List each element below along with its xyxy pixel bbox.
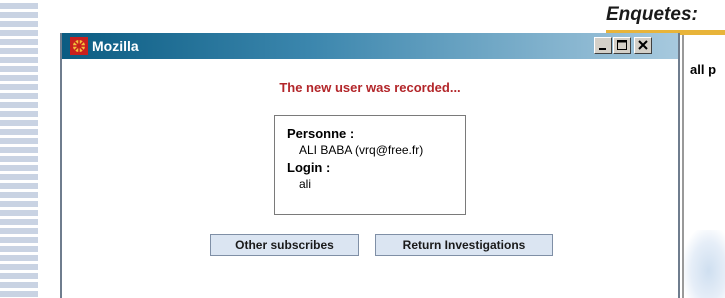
other-subscribes-button[interactable]: Other subscribes	[210, 234, 359, 256]
background-page-title: Enquetes:	[606, 4, 698, 25]
person-value: ALI BABA (vrq@free.fr)	[299, 143, 424, 157]
mozilla-app-icon	[70, 37, 88, 55]
window-title: Mozilla	[92, 38, 139, 54]
close-button[interactable]	[634, 37, 652, 54]
person-label: Personne :	[287, 126, 355, 141]
background-side-text: all p	[690, 62, 717, 77]
popup-window: Mozilla The new user was recorded... Per…	[60, 33, 680, 298]
user-info-box: Personne : ALI BABA (vrq@free.fr) Login …	[274, 115, 466, 215]
success-message: The new user was recorded...	[279, 80, 461, 95]
maximize-button[interactable]	[613, 37, 631, 54]
login-label: Login :	[287, 160, 331, 175]
minimize-icon	[599, 48, 606, 50]
login-value: ali	[299, 177, 312, 191]
return-investigations-button[interactable]: Return Investigations	[375, 234, 553, 256]
close-icon	[638, 40, 648, 50]
window-titlebar[interactable]: Mozilla	[62, 33, 678, 59]
maximize-icon	[617, 40, 627, 50]
background-decoration	[684, 230, 725, 298]
minimize-button[interactable]	[594, 37, 612, 54]
left-striped-strip	[0, 0, 38, 298]
